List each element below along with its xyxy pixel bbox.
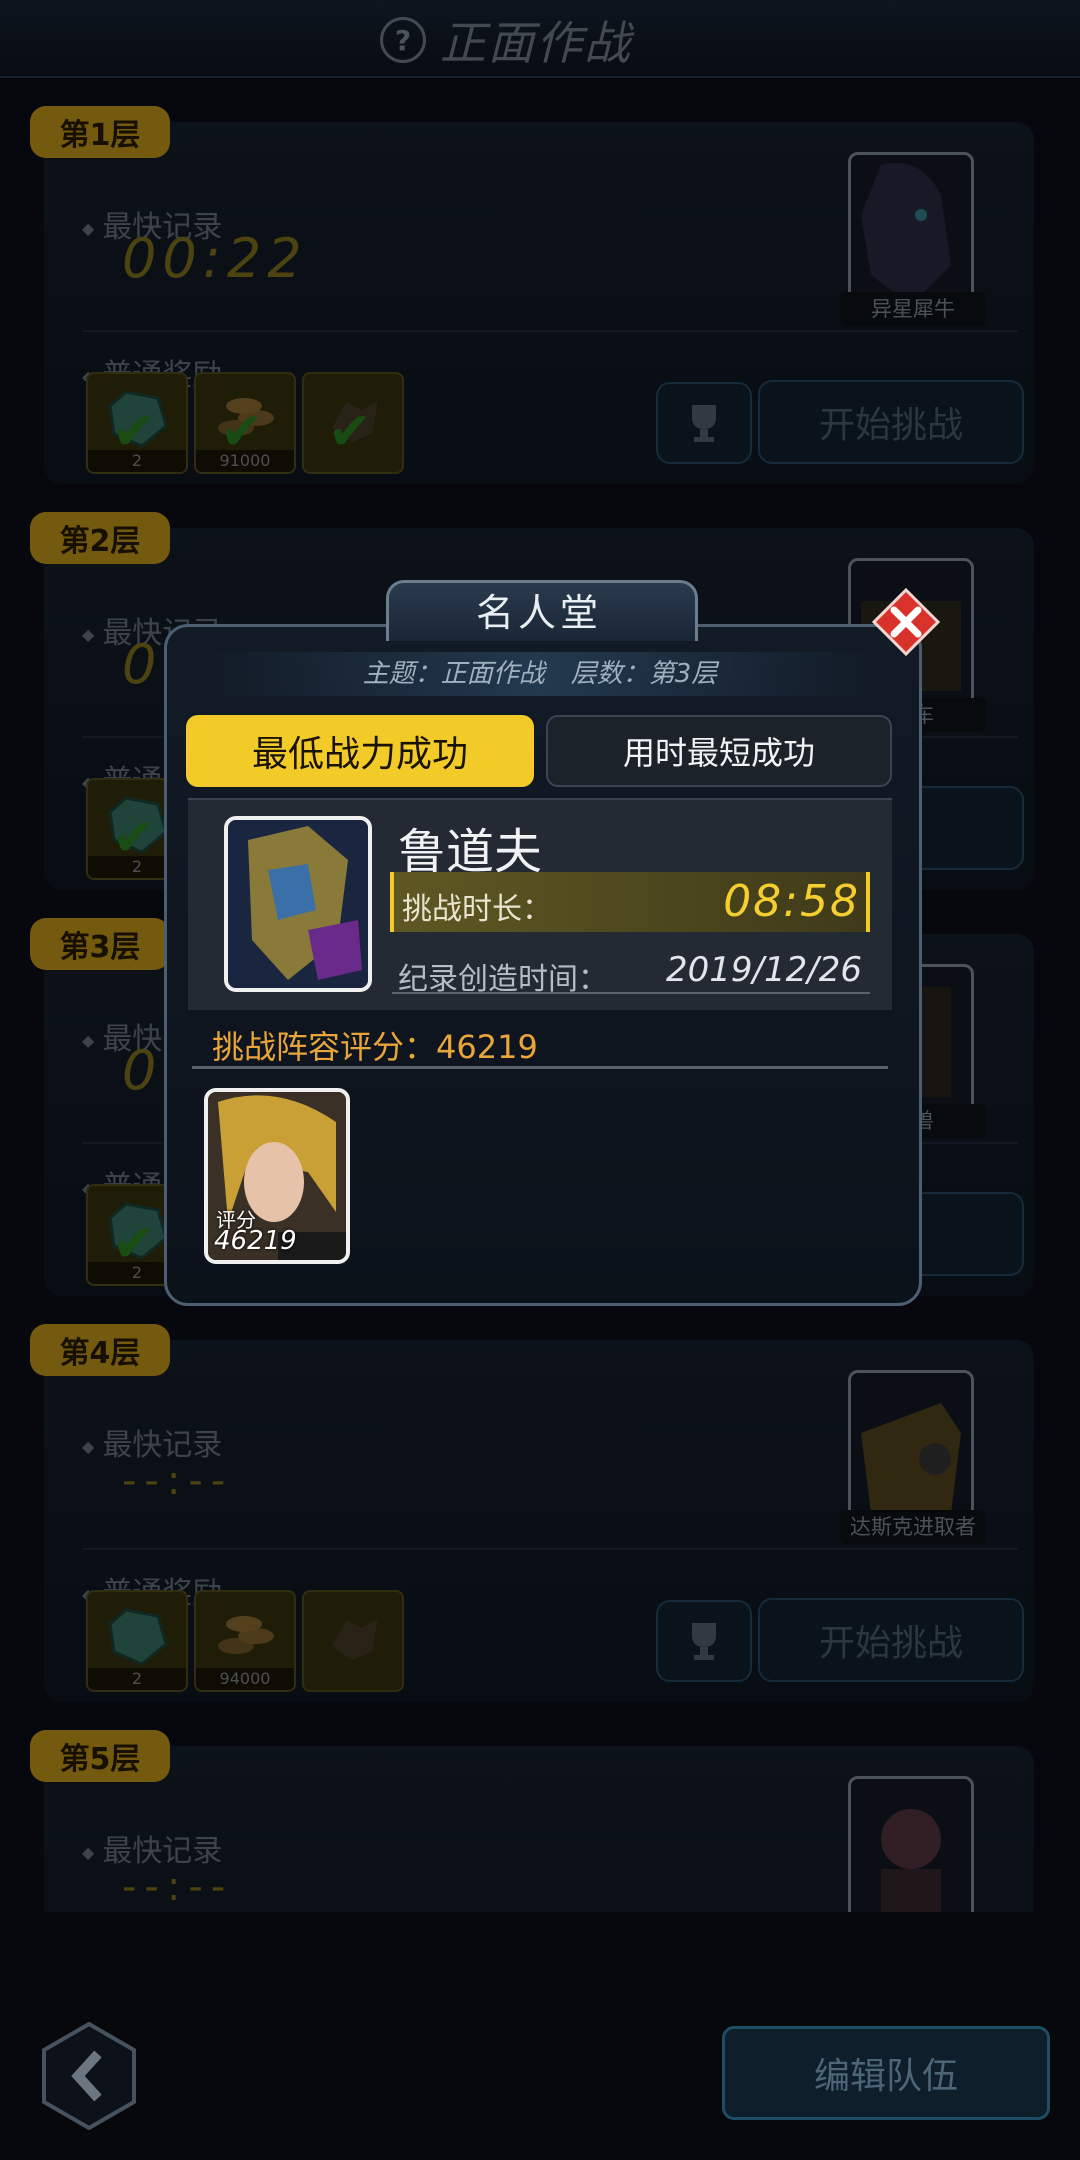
tab-lowest-power[interactable]: 最低战力成功 xyxy=(186,715,534,787)
modal-subtitle: 主题：正面作战 层数：第3层 xyxy=(200,652,880,696)
divider xyxy=(392,992,870,994)
team-score: 挑战阵容评分：46219 xyxy=(212,1028,538,1066)
duration-value: 08:58 xyxy=(723,876,860,927)
duration-label: 挑战时长： xyxy=(402,892,552,927)
tab-shortest-time[interactable]: 用时最短成功 xyxy=(546,715,892,787)
close-icon[interactable] xyxy=(872,588,940,656)
hero-image xyxy=(228,820,368,988)
edit-team-button[interactable]: 编辑队伍 xyxy=(722,2026,1050,2120)
hero-portrait[interactable] xyxy=(224,816,372,992)
bottom-bar: 编辑队伍 xyxy=(0,1912,1080,2160)
modal-title: 名人堂 xyxy=(475,591,602,635)
divider xyxy=(192,1066,888,1069)
back-arrow-icon[interactable] xyxy=(40,2022,138,2130)
created-value: 2019/12/26 xyxy=(666,950,862,990)
member-score: 46219 xyxy=(214,1226,297,1256)
